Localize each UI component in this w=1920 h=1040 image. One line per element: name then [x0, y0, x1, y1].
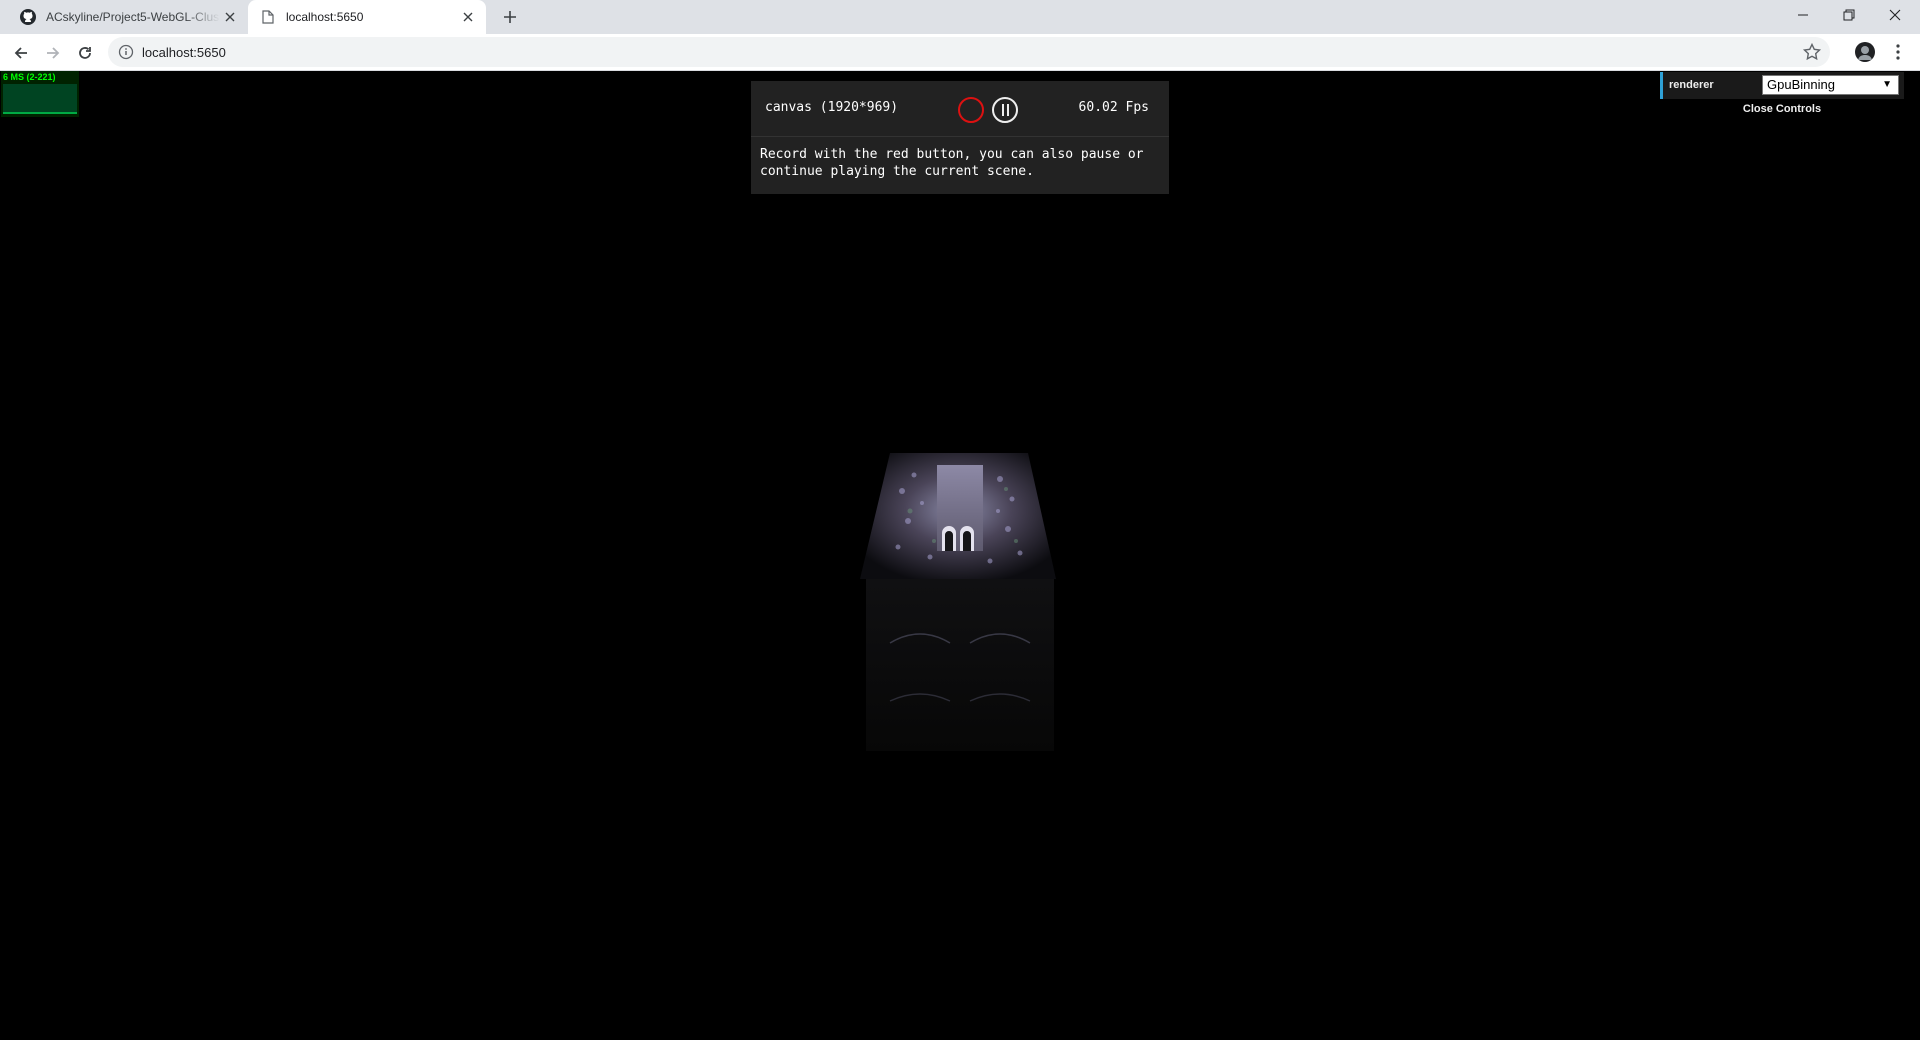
close-tab-icon[interactable] [220, 7, 240, 27]
renderer-value: GpuBinning [1767, 77, 1835, 92]
recorder-header: canvas (1920*969) 60.02 Fps [751, 81, 1169, 137]
github-icon [20, 9, 36, 25]
record-button[interactable] [958, 97, 984, 123]
pause-bar [1006, 104, 1009, 116]
info-icon[interactable] [118, 44, 134, 60]
tab-title: localhost:5650 [286, 10, 364, 24]
profile-avatar[interactable] [1855, 42, 1875, 62]
tab-localhost[interactable]: localhost:5650 [248, 0, 486, 34]
stats-label: 6 MS (2-221) [3, 72, 56, 82]
forward-button[interactable] [40, 40, 66, 66]
reload-button[interactable] [72, 40, 98, 66]
new-tab-button[interactable] [498, 5, 522, 29]
renderer-row: renderer GpuBinning ▼ [1660, 72, 1904, 99]
tab-title: ACskyline/Project5-WebGL-Clustered-Defer… [46, 10, 220, 24]
renderer-label: renderer [1669, 79, 1714, 91]
menu-kebab-icon[interactable] [1888, 42, 1908, 62]
renderer-select[interactable]: GpuBinning ▼ [1762, 75, 1899, 95]
canvas-size-label: canvas (1920*969) [765, 100, 899, 115]
fps-readout: 60.02 Fps [1078, 100, 1149, 115]
arrow-left-icon [14, 47, 27, 59]
url-text: localhost:5650 [142, 45, 226, 60]
close-controls-button[interactable]: Close Controls [1660, 100, 1904, 118]
reload-icon [79, 47, 91, 59]
building-wall [866, 579, 1054, 751]
close-window-button[interactable] [1872, 0, 1918, 30]
browser-toolbar: localhost:5650 [0, 34, 1920, 71]
recorder-message: Record with the red button, you can also… [760, 147, 1144, 179]
minimize-button[interactable] [1780, 0, 1826, 30]
pause-button[interactable] [992, 97, 1018, 123]
close-tab-icon[interactable] [458, 7, 478, 27]
restore-button[interactable] [1826, 0, 1872, 30]
tab-strip: ACskyline/Project5-WebGL-Clustered-Defer… [0, 0, 1920, 34]
arrow-right-icon [47, 47, 60, 59]
stats-graph [3, 84, 77, 114]
tab-github[interactable]: ACskyline/Project5-WebGL-Clustered-Defer… [8, 0, 248, 34]
rendered-scene [860, 453, 1056, 751]
dropdown-arrow-icon: ▼ [1882, 79, 1892, 90]
bookmark-star-icon[interactable] [1802, 42, 1822, 62]
stats-meter[interactable]: 6 MS (2-221) [1, 71, 79, 117]
webgl-canvas[interactable]: 6 MS (2-221) canvas (1920*969) 60.02 Fps… [0, 71, 1920, 1040]
page-icon [260, 9, 276, 25]
pause-bar [1001, 104, 1004, 116]
back-button[interactable] [8, 40, 34, 66]
recorder-panel: canvas (1920*969) 60.02 Fps Record with … [751, 81, 1169, 194]
address-bar[interactable]: localhost:5650 [108, 37, 1830, 67]
